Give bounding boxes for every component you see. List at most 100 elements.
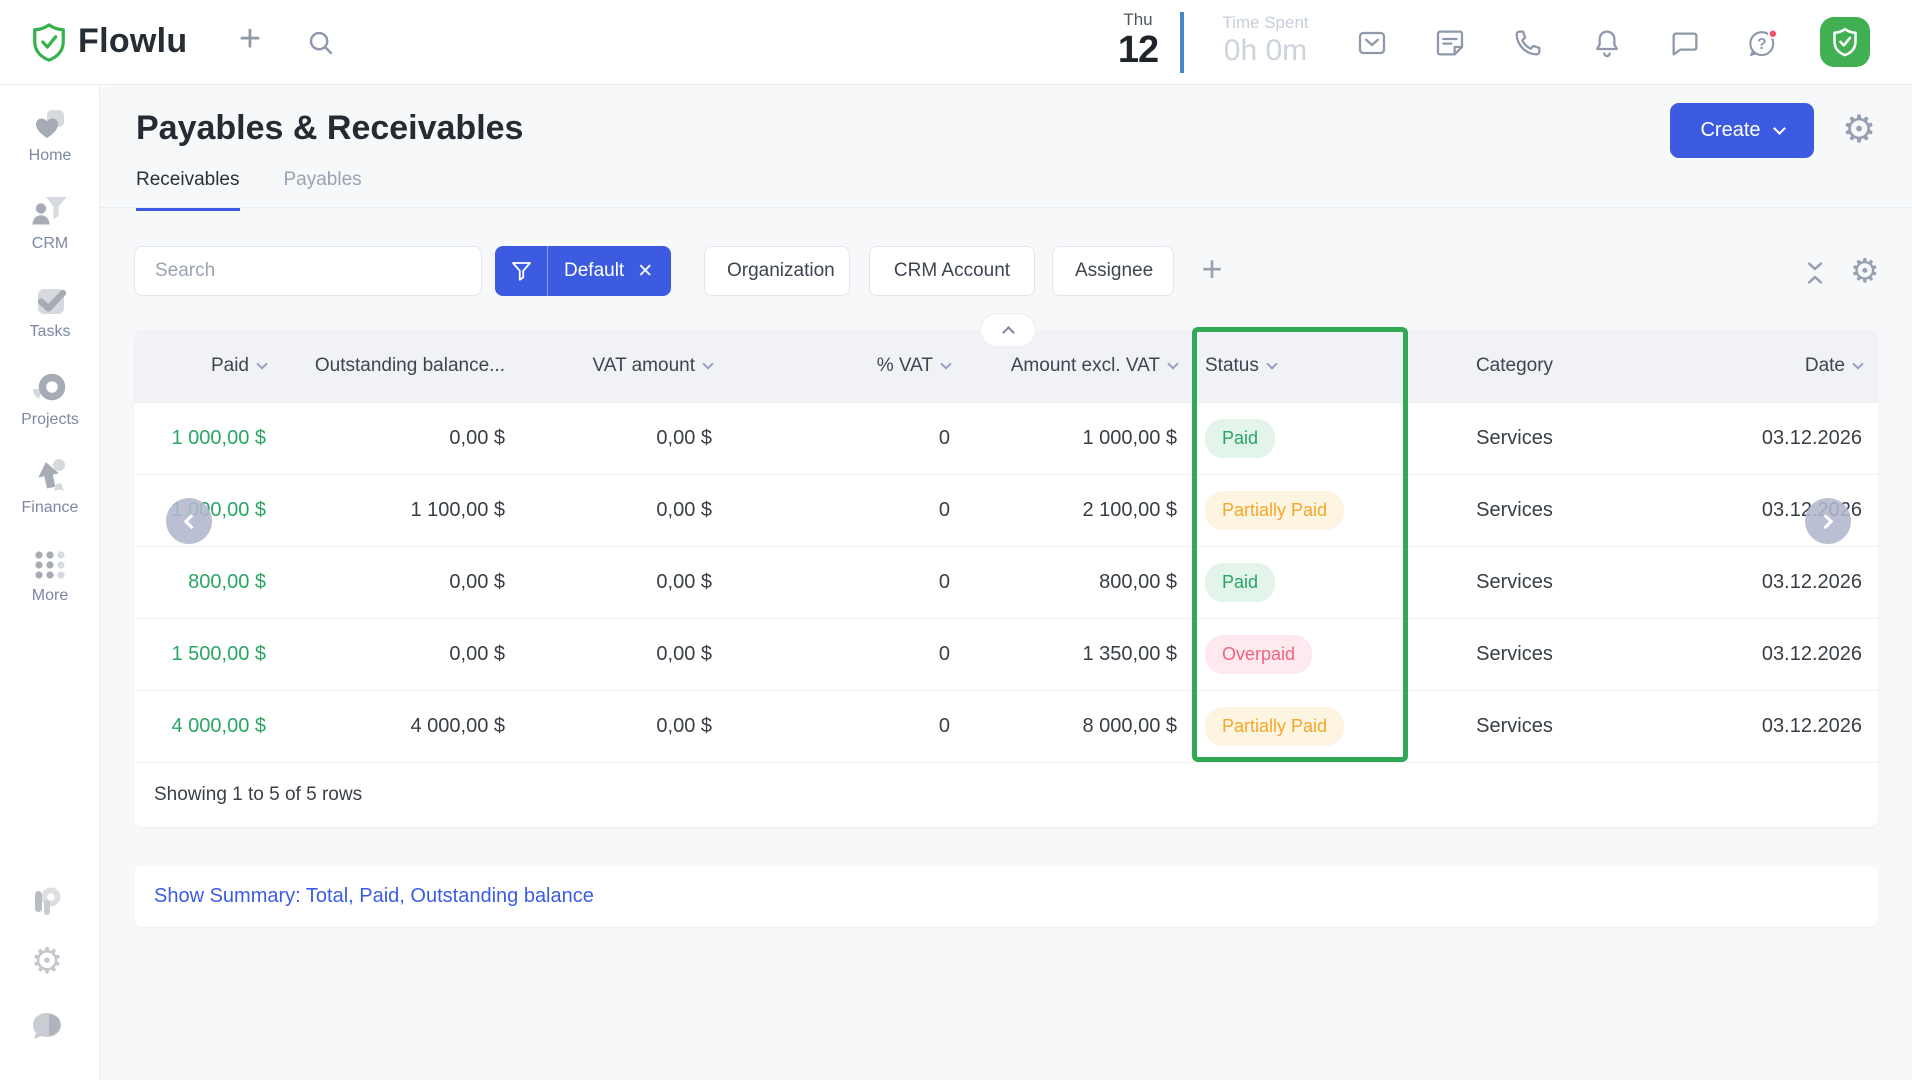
collapse-table-pill[interactable] [980, 313, 1036, 347]
cell-vat-amount: 0,00 $ [525, 619, 732, 690]
table-settings-gear-icon[interactable]: ⚙ [1850, 254, 1880, 287]
profile-avatar[interactable] [1820, 17, 1870, 67]
page-settings-gear-icon[interactable]: ⚙ [1842, 111, 1876, 149]
create-button[interactable]: Create [1670, 103, 1814, 158]
tab-payables[interactable]: Payables [284, 169, 362, 211]
cell-status: Partially Paid [1197, 691, 1437, 762]
flowlu-logo-icon[interactable] [30, 22, 68, 64]
scroll-right-button[interactable] [1805, 498, 1851, 544]
column-header-date[interactable]: Date [1592, 330, 1878, 402]
global-search-icon[interactable] [306, 28, 336, 58]
notifications-icon[interactable] [1591, 27, 1623, 59]
sort-chevron-icon [940, 358, 951, 369]
cell-date: 03.12.2026 [1592, 691, 1878, 762]
sidebar-item-label: Finance [22, 499, 79, 517]
calendar-date[interactable]: Thu 12 [1108, 10, 1168, 70]
status-badge: Paid [1205, 419, 1275, 458]
cell-vat-amount: 0,00 $ [525, 691, 732, 762]
status-badge: Paid [1205, 563, 1275, 602]
sidebar-item-home[interactable]: Home [0, 95, 100, 173]
phone-icon[interactable] [1512, 27, 1544, 59]
show-summary-link[interactable]: Show Summary: Total, Paid, Outstanding b… [154, 885, 594, 908]
cell-outstanding-balance: 0,00 $ [286, 403, 525, 474]
sort-chevron-icon [1266, 358, 1277, 369]
filter-crm-account-button[interactable]: CRM Account [869, 246, 1035, 296]
sidebar-item-crm[interactable]: CRM [0, 183, 100, 261]
status-badge: Partially Paid [1205, 707, 1344, 746]
table-row[interactable]: 1 500,00 $ 0,00 $ 0,00 $ 0 1 350,00 $ Ov… [134, 618, 1878, 690]
cell-category: Services [1437, 619, 1592, 690]
tabs-divider [100, 207, 1912, 208]
default-filter-chip[interactable]: Default ✕ [495, 246, 671, 296]
projects-icon [30, 368, 70, 408]
cell-date: 03.12.2026 [1592, 403, 1878, 474]
receivables-table: Paid Outstanding balance... VAT amount %… [134, 330, 1878, 827]
add-filter-button[interactable]: + [1194, 245, 1230, 295]
cell-outstanding-balance: 1 100,00 $ [286, 475, 525, 546]
time-spent[interactable]: Time Spent 0h 0m [1208, 13, 1323, 69]
cell-status: Partially Paid [1197, 475, 1437, 546]
sidebar-item-label: Home [29, 147, 72, 165]
cell-vat-percent: 0 [732, 403, 970, 474]
status-badge: Overpaid [1205, 635, 1312, 674]
sidebar-item-label: More [32, 587, 68, 605]
chevron-down-icon [1773, 122, 1786, 135]
table-row[interactable]: 4 000,00 $ 4 000,00 $ 0,00 $ 0 8 000,00 … [134, 690, 1878, 762]
main-content: Payables & Receivables Receivables Payab… [100, 85, 1912, 1080]
cell-outstanding-balance: 4 000,00 $ [286, 691, 525, 762]
cell-outstanding-balance: 0,00 $ [286, 547, 525, 618]
table-footer: Showing 1 to 5 of 5 rows [134, 762, 1878, 827]
cell-status: Paid [1197, 547, 1437, 618]
scroll-left-button[interactable] [166, 498, 212, 544]
cell-category: Services [1437, 475, 1592, 546]
quick-add-button[interactable]: + [230, 16, 270, 64]
notes-icon[interactable] [1434, 27, 1466, 59]
status-badge: Partially Paid [1205, 491, 1344, 530]
cell-vat-percent: 0 [732, 547, 970, 618]
table-row[interactable]: 1 000,00 $ 1 100,00 $ 0,00 $ 0 2 100,00 … [134, 474, 1878, 546]
column-header-category[interactable]: Category [1437, 330, 1592, 402]
cell-category: Services [1437, 691, 1592, 762]
column-header-outstanding-balance[interactable]: Outstanding balance... [286, 330, 525, 402]
settings-gear-icon[interactable]: ⚙ [27, 943, 67, 983]
column-header-vat-percent[interactable]: % VAT [732, 330, 970, 402]
page-title: Payables & Receivables [136, 109, 523, 148]
cell-vat-amount: 0,00 $ [525, 547, 732, 618]
column-header-paid[interactable]: Paid [134, 330, 286, 402]
weekday-label: Thu [1108, 10, 1168, 30]
sidebar-item-more[interactable]: More [0, 535, 100, 613]
cell-category: Services [1437, 403, 1592, 474]
collapse-rows-icon[interactable] [1802, 259, 1828, 287]
sort-chevron-icon [256, 358, 267, 369]
table-row[interactable]: 1 000,00 $ 0,00 $ 0,00 $ 0 1 000,00 $ Pa… [134, 402, 1878, 474]
sidebar-item-finance[interactable]: Finance [0, 447, 100, 525]
column-header-vat-amount[interactable]: VAT amount [525, 330, 732, 402]
filter-organization-button[interactable]: Organization [704, 246, 850, 296]
remove-filter-icon[interactable]: ✕ [637, 260, 653, 283]
crm-icon [30, 192, 70, 232]
cell-vat-amount: 0,00 $ [525, 475, 732, 546]
chip-divider [547, 246, 548, 296]
search-input[interactable] [134, 246, 482, 296]
portal-icon[interactable] [27, 883, 67, 923]
table-row[interactable]: 800,00 $ 0,00 $ 0,00 $ 0 800,00 $ Paid S… [134, 546, 1878, 618]
column-header-status[interactable]: Status [1197, 330, 1437, 402]
chat-icon[interactable] [1669, 27, 1701, 59]
tab-receivables[interactable]: Receivables [136, 169, 240, 211]
sidebar-item-tasks[interactable]: Tasks [0, 271, 100, 349]
help-icon[interactable]: ? [1747, 27, 1779, 59]
cell-status: Overpaid [1197, 619, 1437, 690]
chevron-right-icon [1818, 513, 1834, 529]
mail-icon[interactable] [1356, 27, 1388, 59]
cell-vat-percent: 0 [732, 619, 970, 690]
filter-assignee-button[interactable]: Assignee [1052, 246, 1174, 296]
sidebar: Home CRM Tasks Projects [0, 85, 100, 1080]
create-button-label: Create [1700, 119, 1760, 142]
cell-outstanding-balance: 0,00 $ [286, 619, 525, 690]
header-divider [1180, 12, 1184, 73]
sidebar-item-projects[interactable]: Projects [0, 359, 100, 437]
cell-date: 03.12.2026 [1592, 619, 1878, 690]
cell-paid: 800,00 $ [134, 547, 286, 618]
chevron-left-icon [184, 513, 200, 529]
support-chat-icon[interactable] [27, 1007, 67, 1047]
